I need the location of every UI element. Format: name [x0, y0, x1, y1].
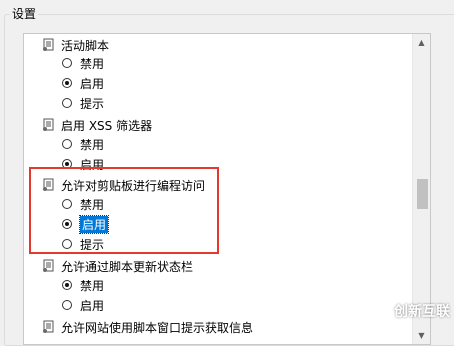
annotation-highlight-box — [29, 167, 219, 254]
option-label[interactable]: 禁用 — [80, 277, 104, 294]
option-row[interactable]: 禁用 — [62, 53, 104, 73]
option-row[interactable]: 禁用 — [62, 275, 104, 295]
setting-label: 启用 XSS 筛选器 — [61, 118, 153, 133]
settings-page-icon — [42, 38, 56, 52]
radio-button[interactable] — [62, 139, 72, 149]
setting-label: 允许通过脚本更新状态栏 — [61, 259, 194, 274]
scroll-down-arrow-icon[interactable]: ▼ — [413, 327, 430, 344]
settings-page-icon — [42, 118, 56, 132]
watermark: 创新互联 — [364, 298, 450, 324]
groupbox-title: 设置 — [10, 5, 39, 22]
settings-page-icon — [42, 320, 56, 334]
option-label[interactable]: 提示 — [80, 95, 104, 112]
setting-script-prompt: 允许网站使用脚本窗口提示获取信息 — [42, 317, 253, 337]
watermark-text: 创新互联 — [394, 304, 450, 320]
radio-button[interactable] — [62, 78, 72, 88]
option-label[interactable]: 启用 — [80, 75, 104, 92]
setting-active-scripting: 活动脚本 — [42, 35, 109, 55]
settings-page-icon — [42, 259, 56, 273]
radio-button[interactable] — [62, 98, 72, 108]
radio-button[interactable] — [62, 300, 72, 310]
scrollbar-thumb[interactable] — [417, 179, 428, 209]
option-row[interactable]: 提示 — [62, 93, 104, 113]
option-label[interactable]: 启用 — [80, 297, 104, 314]
setting-xss-filter: 启用 XSS 筛选器 — [42, 115, 152, 135]
setting-label: 允许网站使用脚本窗口提示获取信息 — [61, 320, 254, 335]
option-row[interactable]: 启用 — [62, 295, 104, 315]
option-row[interactable]: 启用 — [62, 73, 104, 93]
option-row[interactable]: 禁用 — [62, 134, 104, 154]
option-label[interactable]: 禁用 — [80, 55, 104, 72]
radio-button[interactable] — [62, 280, 72, 290]
setting-label: 活动脚本 — [61, 38, 110, 53]
radio-button[interactable] — [62, 58, 72, 68]
setting-status-bar-script: 允许通过脚本更新状态栏 — [42, 256, 193, 276]
watermark-logo-icon — [365, 299, 389, 323]
option-label[interactable]: 禁用 — [80, 136, 104, 153]
scroll-up-arrow-icon[interactable]: ▲ — [413, 34, 430, 51]
